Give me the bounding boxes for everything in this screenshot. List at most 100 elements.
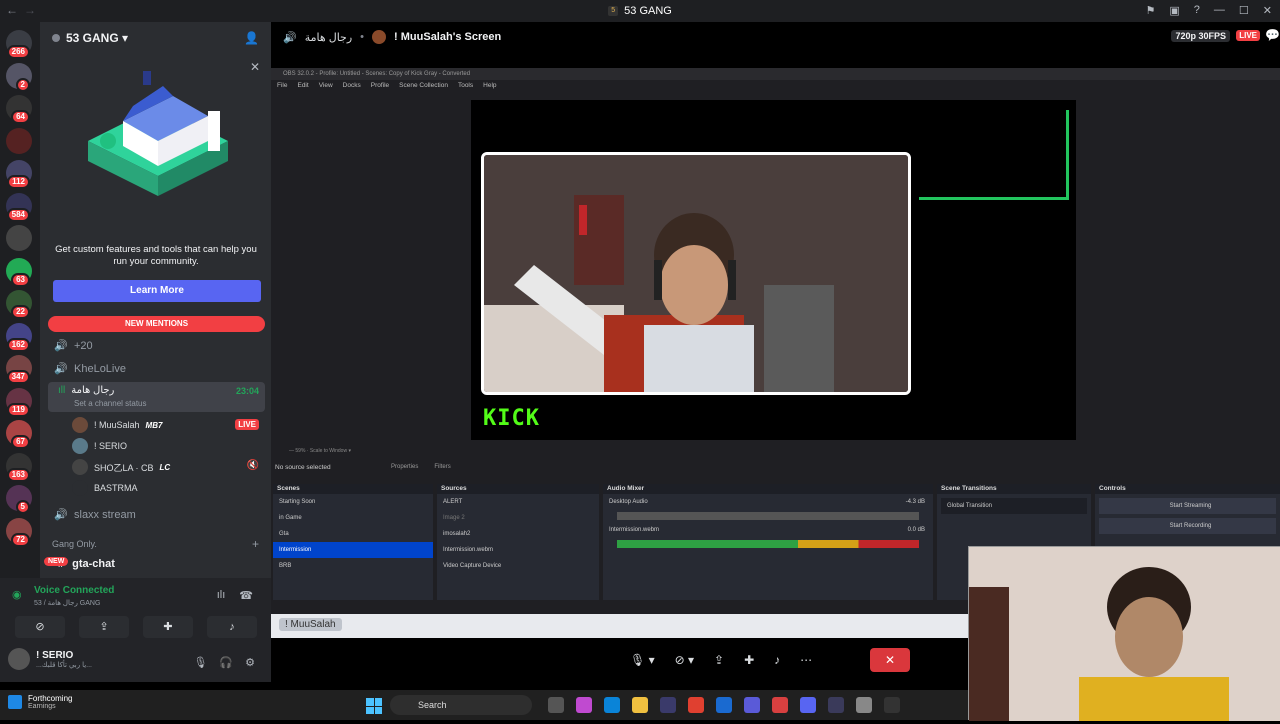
server-icon[interactable]: 584 (6, 192, 32, 222)
remote-user-tab[interactable]: ! MuuSalah (279, 618, 342, 631)
camera-off-button[interactable]: ⊘ (15, 616, 65, 638)
server-icon[interactable]: 2 (6, 62, 32, 92)
server-header[interactable]: 53 GANG ▾ 👤 (40, 22, 271, 54)
server-icon[interactable]: 64 (6, 95, 32, 124)
voice-user[interactable]: BASTRMA (72, 480, 138, 496)
server-icon[interactable]: 163 (6, 452, 32, 482)
server-icon[interactable]: 72 (6, 517, 32, 547)
obs-menu-item[interactable]: File (277, 80, 287, 92)
edge-icon[interactable] (604, 697, 620, 713)
headphones-icon[interactable]: 🎧 (219, 656, 233, 669)
server-icon[interactable]: 266 (6, 30, 32, 59)
windows-start-icon[interactable] (366, 698, 382, 714)
screen-icon[interactable]: ▣ (1169, 4, 1179, 17)
forward-arrow-icon[interactable]: → (24, 3, 36, 17)
task-view-icon[interactable] (548, 697, 564, 713)
folder-icon[interactable] (632, 697, 648, 713)
inbox-icon[interactable]: ⚑ (1146, 4, 1156, 17)
server-icon[interactable]: 162 (6, 322, 32, 352)
add-channel-icon[interactable]: + (252, 537, 259, 551)
filters-button[interactable]: Filters (434, 464, 450, 470)
activities-button[interactable]: ✚ (143, 616, 193, 638)
wordpress-icon[interactable] (828, 697, 844, 713)
server-icon[interactable]: 112 (6, 160, 32, 189)
server-icon[interactable]: 67 (6, 420, 32, 449)
obs-menu-item[interactable]: Help (483, 80, 496, 92)
source-item[interactable]: Image 2 (437, 510, 599, 526)
start-recording-button[interactable]: Start Recording (1099, 518, 1276, 534)
disconnect-icon[interactable]: ☎ (239, 589, 253, 602)
widgets-button[interactable]: Forthcoming Earnings (8, 694, 72, 710)
microphone-icon[interactable]: 🎙 (193, 656, 207, 669)
soundboard-icon[interactable]: ♪ (774, 653, 780, 667)
channel-gta-chat[interactable]: # gta-chat (48, 554, 265, 574)
server-icon[interactable]: 119 (6, 387, 32, 417)
invite-icon[interactable]: 👤 (244, 31, 259, 45)
chrome-icon[interactable] (688, 697, 704, 713)
search-box[interactable]: Search (390, 695, 532, 715)
screen-share-button[interactable]: ⇪ (79, 616, 129, 638)
user-panel[interactable]: ! SERIO ...يا ربي تأكا قلبك... (8, 648, 92, 670)
outlook-icon[interactable] (716, 697, 732, 713)
more-icon[interactable]: ⋯ (800, 653, 812, 667)
noise-icon[interactable]: ılı (217, 589, 226, 602)
chat-bubble-icon[interactable]: 💬 (1265, 28, 1280, 42)
channel-status-prompt[interactable]: Set a channel status (74, 399, 147, 408)
obs-menu-item[interactable]: Scene Collection (399, 80, 448, 92)
stream-channel[interactable]: رجال هامة (305, 31, 352, 44)
server-icon[interactable]: 347 (6, 355, 32, 384)
close-window-icon[interactable]: ✕ (1263, 4, 1272, 17)
server-icon[interactable]: 63 (6, 257, 32, 287)
camera-off-icon[interactable]: ⊘ ▾ (675, 653, 694, 667)
scene-item[interactable]: Starting Soon (273, 494, 433, 510)
copilot-icon[interactable] (576, 697, 592, 713)
source-item[interactable]: ALERT (437, 494, 599, 510)
scene-item[interactable]: BRB (273, 558, 433, 574)
voice-user[interactable]: ! SERIO (72, 438, 127, 454)
obs-menu-item[interactable]: Docks (343, 80, 361, 92)
store-icon[interactable] (660, 697, 676, 713)
screen-share-icon[interactable]: ⇪ (714, 653, 724, 667)
category-gang-only[interactable]: Gang Only. (52, 539, 97, 549)
new-mentions-pill[interactable]: NEW MENTIONS (48, 316, 265, 332)
obs-menu-item[interactable]: View (319, 80, 333, 92)
voice-user[interactable]: SHO乙LA · CB LC (72, 459, 170, 475)
start-streaming-button[interactable]: Start Streaming (1099, 498, 1276, 514)
help-icon[interactable]: ? (1194, 4, 1200, 17)
scene-item[interactable]: Gta (273, 526, 433, 542)
source-item[interactable]: Intermission.webm (437, 542, 599, 558)
server-icon[interactable]: 5 (6, 485, 32, 514)
server-icon[interactable] (6, 127, 32, 154)
voice-user[interactable]: ! MuuSalah MB7 (72, 417, 162, 433)
close-icon[interactable]: ✕ (250, 60, 260, 74)
microphone-icon[interactable]: 🎙 ▾ (630, 653, 655, 667)
source-item[interactable]: Video Capture Device (437, 558, 599, 574)
transition-select[interactable]: Global Transition (941, 498, 1087, 514)
obs-icon[interactable] (884, 697, 900, 713)
discord-icon[interactable] (800, 697, 816, 713)
scene-item-selected[interactable]: Intermission (273, 542, 433, 558)
obs-menu-item[interactable]: Tools (458, 80, 473, 92)
learn-more-button[interactable]: Learn More (53, 280, 261, 302)
maximize-icon[interactable]: ☐ (1239, 4, 1249, 17)
server-icon[interactable] (6, 225, 32, 251)
back-arrow-icon[interactable]: ← (6, 3, 18, 17)
channel-item-plus20[interactable]: 🔊 +20 (54, 339, 93, 353)
channel-item-khelolive[interactable]: 🔊 KheLoLive (54, 362, 126, 376)
voice-connected-label[interactable]: Voice Connected (34, 585, 114, 596)
settings-gear-icon[interactable]: ⚙ (245, 656, 255, 669)
app-icon[interactable] (856, 697, 872, 713)
obs-menu-item[interactable]: Edit (297, 80, 308, 92)
new-badge[interactable]: NEW (44, 557, 69, 566)
minimize-icon[interactable]: — (1214, 4, 1225, 17)
brave-icon[interactable] (772, 697, 788, 713)
teams-icon[interactable] (744, 697, 760, 713)
active-voice-channel[interactable]: ıll رجال هامة 23:04 Set a channel status (48, 382, 265, 412)
end-call-button[interactable]: ✕ (870, 648, 910, 672)
activities-icon[interactable]: ✚ (744, 653, 754, 667)
properties-button[interactable]: Properties (391, 464, 418, 470)
scene-item[interactable]: in Game (273, 510, 433, 526)
server-icon[interactable]: 22 (6, 290, 32, 319)
soundboard-button[interactable]: ♪ (207, 616, 257, 638)
channel-item-slaxx[interactable]: 🔊 slaxx stream (54, 508, 136, 522)
